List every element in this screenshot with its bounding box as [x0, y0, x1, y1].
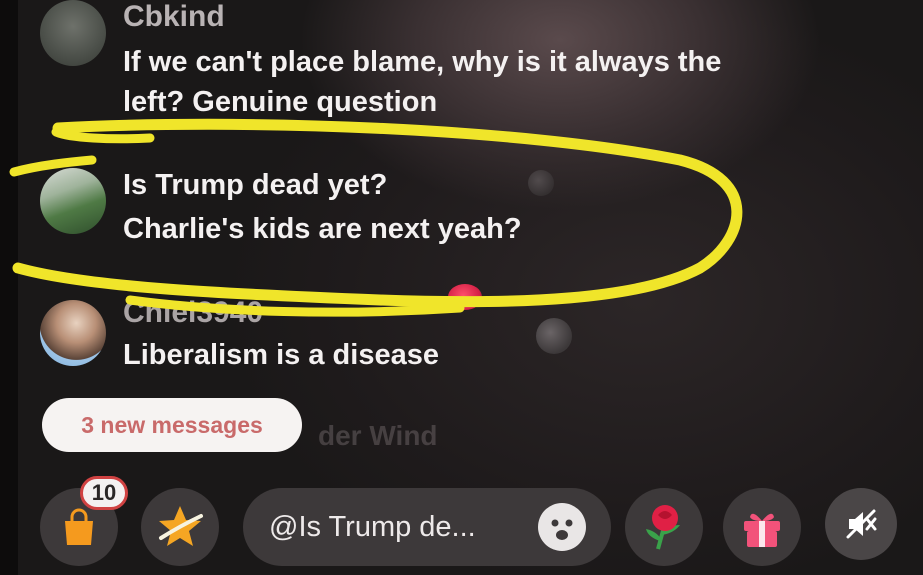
chat-message: Cbkind If we can't place blame, why is i… [40, 0, 880, 130]
chat-message: Chiel3940 Liberalism is a disease [40, 296, 740, 380]
favorites-button[interactable] [141, 488, 219, 566]
gift-icon [744, 513, 780, 547]
live-stream-view: Cbkind If we can't place blame, why is i… [0, 0, 923, 575]
star-icon [159, 506, 203, 546]
chat-text-line: If we can't place blame, why is it alway… [123, 46, 722, 78]
shop-badge-count: 10 [80, 476, 128, 510]
chat-text-line: Charlie's kids are next yeah? [123, 213, 522, 245]
comment-input-text: @Is Trump de... [269, 511, 476, 543]
emoji-icon [551, 519, 573, 540]
new-messages-button[interactable]: 3 new messages [42, 398, 302, 452]
chat-text-line: Liberalism is a disease [123, 339, 439, 371]
avatar[interactable] [40, 0, 106, 66]
chat-text-line: left? Genuine question [123, 86, 438, 118]
chat-username[interactable]: Cbkind [123, 0, 225, 34]
avatar[interactable] [40, 168, 106, 234]
avatar[interactable] [40, 300, 106, 366]
gift-button[interactable] [723, 488, 801, 566]
faded-chat-text: der Wind [318, 420, 438, 451]
mute-button[interactable] [825, 488, 897, 560]
chat-username[interactable]: Chiel3940 [123, 296, 263, 330]
emoji-button[interactable] [538, 503, 586, 551]
rose-icon [646, 505, 680, 550]
mute-icon [846, 509, 877, 539]
left-edge-strip [0, 0, 18, 575]
chat-text-line: Is Trump dead yet? [123, 169, 388, 201]
comment-input[interactable]: @Is Trump de... [243, 488, 611, 566]
shopping-bag-icon [65, 508, 93, 545]
chat-message-highlighted: Is Trump dead yet? Charlie's kids are ne… [40, 164, 740, 245]
rose-gift-button[interactable] [625, 488, 703, 566]
